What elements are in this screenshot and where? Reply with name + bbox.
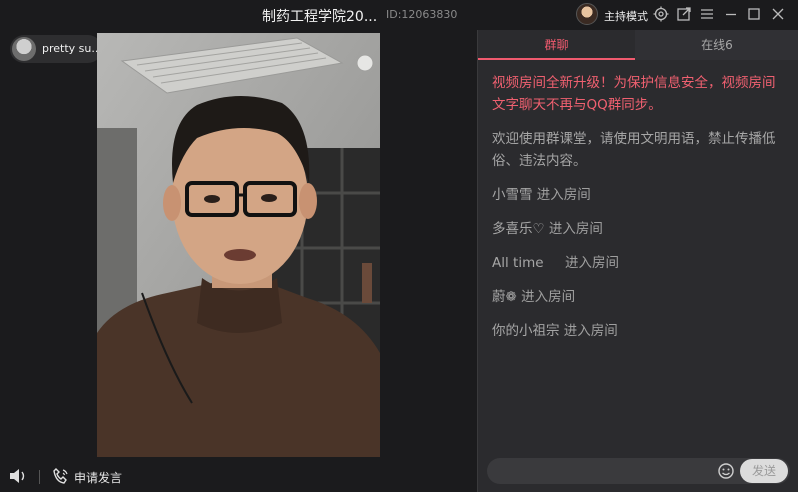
list-item: 多喜乐♡ 进入房间 [492,218,784,240]
room-title: 制药工程学院20... [262,9,378,25]
send-button[interactable]: 发送 [740,459,788,483]
list-item: 小雪雪 进入房间 [492,184,784,206]
share-icon[interactable] [675,5,693,23]
list-item: 你的小祖宗 进入房间 [492,320,784,342]
entry-user-name: 小雪雪 [492,187,533,203]
video-stage: pretty su... 排麦 [0,30,477,462]
chat-input[interactable]: 发送 [487,458,790,484]
speaker-chip[interactable]: pretty su... [10,35,102,63]
bottom-toolbar: 申请发言 [0,462,477,492]
entry-user-name: 蔚❁ [492,289,517,305]
message-list: 视频房间全新升级！为保护信息安全，视频房间文字聊天不再与QQ群同步。 欢迎使用群… [492,72,784,354]
entry-action: 进入房间 [516,289,576,305]
list-item: All time 进入房间 [492,252,784,274]
phone-icon[interactable] [52,467,70,485]
close-icon[interactable] [769,5,787,23]
tab-online[interactable]: 在线6 [635,30,798,60]
system-notice: 视频房间全新升级！为保护信息安全，视频房间文字聊天不再与QQ群同步。 [492,75,776,113]
speaker-avatar [12,37,36,61]
welcome-message: 欢迎使用群课堂，请使用文明用语，禁止传播低俗、违法内容。 [492,131,776,169]
list-item: 蔚❁ 进入房间 [492,286,784,308]
entry-action: 进入房间 [559,323,618,339]
divider [39,470,40,484]
host-mode-button[interactable]: 主持模式 [604,8,648,24]
speaker-name: pretty su... [42,42,100,55]
maximize-icon[interactable] [745,5,763,23]
volume-icon[interactable] [8,467,28,485]
entry-user-name: 你的小祖宗 [492,323,560,339]
menu-icon[interactable] [698,5,716,23]
gear-icon[interactable] [652,5,670,23]
tab-group-chat[interactable]: 群聊 [478,30,635,60]
host-avatar[interactable] [576,3,598,25]
apply-speak-button[interactable]: 申请发言 [74,469,122,486]
title-bar: 制药工程学院20... ID:12063830 主持模式 [0,0,798,30]
entry-action: 进入房间 [532,187,591,203]
emoji-icon[interactable] [717,462,735,480]
minimize-icon[interactable] [722,5,740,23]
panel-tabs: 群聊 在线6 [478,30,798,60]
entry-action: 进入房间 [544,221,603,237]
room-id: ID:12063830 [386,8,458,21]
video-feed [97,33,380,457]
chat-panel: 群聊 在线6 视频房间全新升级！为保护信息安全，视频房间文字聊天不再与QQ群同步… [477,30,798,492]
entry-user-name: All time [492,255,544,271]
app-window: 制药工程学院20... ID:12063830 主持模式 pretty su..… [0,0,798,492]
entry-action: 进入房间 [543,255,619,271]
entry-user-name: 多喜乐♡ [492,221,545,237]
